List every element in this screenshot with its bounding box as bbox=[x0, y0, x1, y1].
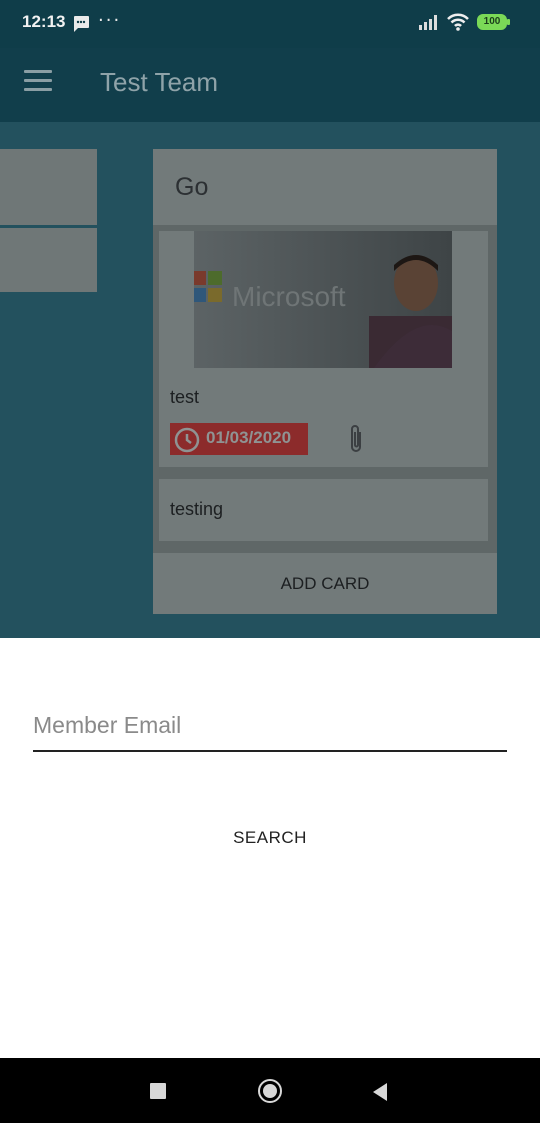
battery-icon: 100 bbox=[477, 14, 507, 30]
home-icon[interactable] bbox=[258, 1079, 282, 1103]
battery-level: 100 bbox=[483, 16, 501, 27]
app-bar: Test Team bbox=[0, 48, 540, 122]
list-go: Go Microsoft test 01/03/2020 testing ADD… bbox=[153, 149, 497, 614]
member-search-sheet: SEARCH bbox=[0, 638, 540, 1058]
list-left-card[interactable] bbox=[0, 228, 97, 292]
list-title: Go bbox=[175, 173, 209, 201]
signal-icon bbox=[418, 14, 440, 34]
card-image-logo-text: Microsoft bbox=[232, 281, 346, 312]
due-date-badge: 01/03/2020 bbox=[170, 423, 308, 455]
card-title: test bbox=[170, 387, 200, 407]
due-date-text: 01/03/2020 bbox=[206, 428, 292, 447]
back-icon[interactable] bbox=[371, 1082, 389, 1106]
menu-icon[interactable] bbox=[24, 70, 52, 98]
card-test[interactable]: Microsoft test 01/03/2020 bbox=[159, 231, 488, 467]
navigation-bar bbox=[0, 1058, 540, 1123]
page-title: Test Team bbox=[100, 67, 219, 97]
recent-apps-icon[interactable] bbox=[150, 1083, 166, 1099]
list-left-header[interactable] bbox=[0, 149, 97, 225]
clock-icon bbox=[173, 426, 201, 458]
card-image: Microsoft bbox=[194, 231, 452, 368]
status-time: 12:13 bbox=[22, 12, 66, 31]
wifi-icon bbox=[446, 12, 470, 36]
list-header[interactable]: Go bbox=[153, 149, 497, 225]
attachment-icon bbox=[347, 423, 365, 459]
status-bar: 12:13 ··· 100 bbox=[0, 0, 540, 48]
add-card-label: ADD CARD bbox=[280, 574, 370, 593]
message-icon bbox=[72, 15, 90, 36]
card-title: testing bbox=[170, 499, 224, 519]
board: Go Microsoft test 01/03/2020 testing ADD… bbox=[0, 122, 540, 638]
search-button[interactable]: SEARCH bbox=[190, 818, 350, 858]
card-testing[interactable]: testing bbox=[159, 479, 488, 541]
add-card-button[interactable]: ADD CARD bbox=[153, 553, 497, 614]
notification-dots: ··· bbox=[98, 10, 122, 31]
member-email-field[interactable] bbox=[33, 700, 507, 752]
battery-tip bbox=[507, 19, 510, 25]
